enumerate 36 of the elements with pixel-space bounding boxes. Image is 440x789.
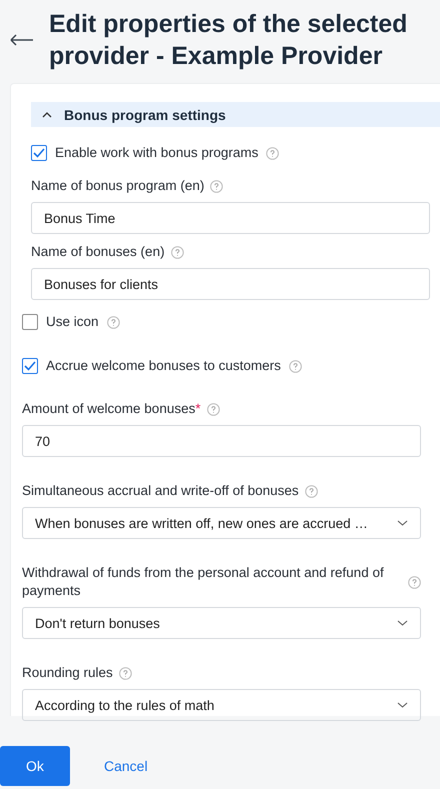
help-icon[interactable] bbox=[118, 666, 132, 680]
dropdown[interactable]: Don't return bonuses bbox=[22, 607, 421, 639]
chevron-icon bbox=[42, 112, 52, 118]
checkbox-label: Accrue welcome bonuses to customers bbox=[46, 357, 281, 375]
help-icon[interactable] bbox=[206, 402, 220, 416]
input-field[interactable]: Bonus Time bbox=[31, 202, 430, 234]
dropdown[interactable]: According to the rules of math bbox=[22, 689, 421, 721]
caret-icon bbox=[397, 520, 408, 526]
input-field[interactable]: Bonuses for clients bbox=[31, 268, 430, 300]
field-label: Name of bonuses (en) bbox=[31, 243, 165, 261]
checkbox[interactable] bbox=[22, 358, 38, 374]
back-arrow-icon[interactable] bbox=[10, 34, 34, 46]
checkbox[interactable] bbox=[22, 314, 38, 330]
field-label: Withdrawal of funds from the personal account and refund of payments bbox=[22, 564, 385, 600]
section-header[interactable]: Bonus program settings bbox=[31, 102, 440, 127]
checkbox-label: Enable work with bonus programs bbox=[55, 144, 258, 162]
help-icon[interactable] bbox=[170, 246, 184, 258]
input-field[interactable]: 70 bbox=[22, 425, 421, 457]
field-label: Simultaneous accrual and write-off of bonuses bbox=[22, 482, 299, 500]
cancel-link[interactable]: Cancel bbox=[104, 746, 148, 786]
field-label: Name of bonus program (en) bbox=[31, 177, 204, 195]
help-icon[interactable] bbox=[408, 576, 421, 588]
ok-button[interactable]: Ok bbox=[0, 746, 70, 786]
field-label: Amount of welcome bonuses* bbox=[22, 400, 201, 418]
dropdown[interactable]: When bonuses are written off, new ones are accrued … bbox=[22, 507, 421, 539]
help-icon[interactable] bbox=[304, 484, 318, 498]
caret-icon bbox=[397, 620, 408, 626]
caret-icon bbox=[397, 702, 408, 708]
checkbox-label: Use icon bbox=[46, 313, 99, 331]
field-label: Rounding rules bbox=[22, 664, 113, 682]
help-icon[interactable] bbox=[210, 180, 224, 192]
checkbox[interactable] bbox=[31, 145, 47, 161]
help-icon[interactable] bbox=[288, 360, 302, 372]
page-title: Edit properties of the selected provider - Example Provider bbox=[49, 9, 408, 72]
help-icon[interactable] bbox=[266, 146, 280, 160]
help-icon[interactable] bbox=[106, 316, 120, 328]
